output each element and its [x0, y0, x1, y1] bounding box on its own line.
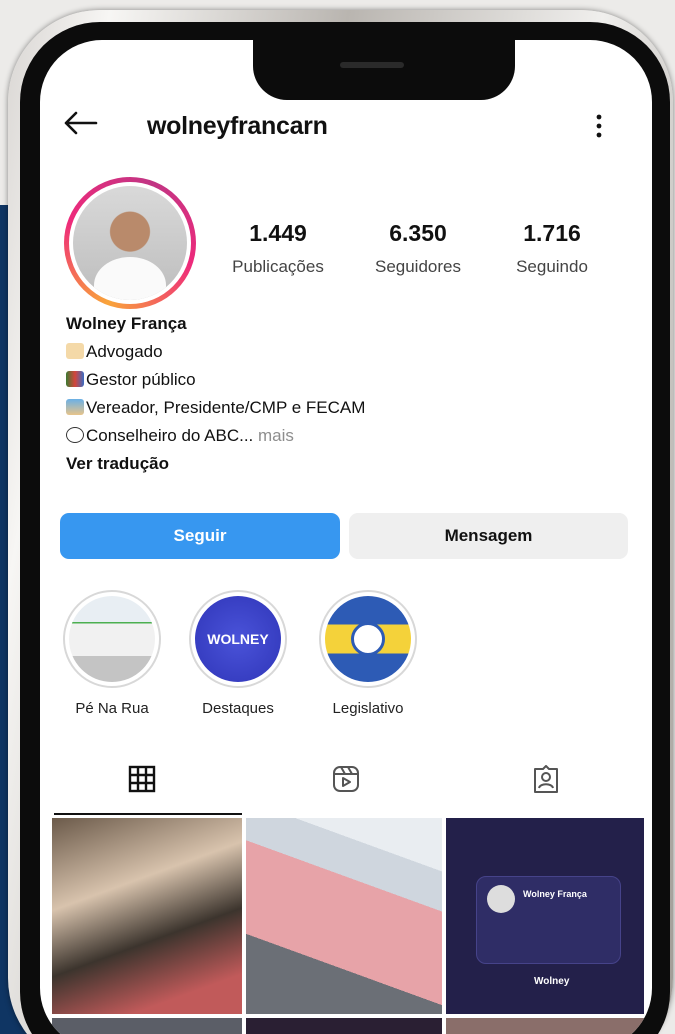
instagram-profile-screen: wolneyfrancarn 1.449 Publicações 6.350 S…: [40, 40, 652, 1034]
stat-posts-value: 1.449: [249, 220, 307, 246]
highlight-destaques[interactable]: WOLNEY Destaques: [188, 590, 288, 717]
bio-more-link[interactable]: mais: [258, 426, 294, 445]
avatar-border: [69, 182, 191, 304]
posts-grid: Wolney França Wolney: [52, 818, 644, 1034]
bio-name: Wolney França: [66, 314, 187, 333]
post-thumbnail[interactable]: [246, 818, 442, 1014]
post-thumbnail[interactable]: [52, 818, 242, 1014]
highlight-flag-image: [325, 596, 411, 682]
bio-line-2: Gestor público: [66, 366, 626, 394]
highlight-photo: [69, 596, 155, 682]
stat-followers-label: Seguidores: [374, 257, 461, 276]
soccer-ball-emoji-icon: [66, 427, 84, 443]
phone-speaker: [340, 62, 404, 68]
post-thumbnail[interactable]: [52, 1018, 242, 1034]
post-caption: Wolney: [534, 976, 570, 987]
message-button[interactable]: Mensagem: [349, 513, 628, 559]
profile-avatar[interactable]: [64, 177, 196, 309]
books-emoji-icon: [66, 371, 84, 387]
stat-posts[interactable]: 1.449 Publicações: [218, 220, 338, 277]
stat-following-value: 1.716: [523, 220, 581, 246]
phone-notch: [253, 40, 515, 100]
stat-followers[interactable]: 6.350 Seguidores: [358, 220, 478, 277]
post-thumbnail[interactable]: [246, 1018, 442, 1034]
highlight-brand-text: WOLNEY: [207, 631, 269, 647]
stat-posts-label: Publicações: [232, 257, 324, 276]
bio-line-3: Vereador, Presidente/CMP e FECAM: [66, 394, 626, 422]
profile-bio: Wolney França Advogado Gestor público Ve…: [66, 310, 626, 478]
highlight-brand-image: WOLNEY: [195, 596, 281, 682]
highlight-label: Legislativo: [332, 700, 404, 717]
highlight-label: Pé Na Rua: [75, 700, 149, 717]
highlight-ring: [319, 590, 417, 688]
active-tab-indicator: [54, 813, 242, 815]
highlight-label: Destaques: [202, 700, 274, 717]
post-thumbnail[interactable]: [446, 1018, 644, 1034]
follow-button[interactable]: Seguir: [60, 513, 340, 559]
ballot-emoji-icon: [66, 399, 84, 415]
highlight-ring: WOLNEY: [189, 590, 287, 688]
arrow-left-icon[interactable]: [62, 110, 98, 136]
stat-following-label: Seguindo: [516, 257, 588, 276]
highlight-pe-na-rua[interactable]: Pé Na Rua: [62, 590, 162, 717]
bio-line-4: Conselheiro do ABC... mais: [66, 422, 626, 450]
avatar-photo: [73, 186, 187, 300]
post-card-avatar: [487, 885, 515, 913]
vertical-dots-icon[interactable]: [587, 112, 611, 140]
post-card-preview: Wolney França: [476, 876, 621, 964]
highlight-ring: [63, 590, 161, 688]
post-card-name: Wolney França: [523, 889, 587, 899]
post-thumbnail[interactable]: Wolney França Wolney: [446, 818, 644, 1014]
reels-icon[interactable]: [332, 765, 360, 793]
highlight-legislativo[interactable]: Legislativo: [318, 590, 418, 717]
bio-line-1: Advogado: [66, 338, 626, 366]
scales-emoji-icon: [66, 343, 84, 359]
tagged-icon[interactable]: [532, 765, 560, 793]
flag-seal-icon: [351, 622, 385, 656]
grid-icon[interactable]: [128, 765, 156, 793]
profile-username: wolneyfrancarn: [147, 112, 328, 140]
see-translation-link[interactable]: Ver tradução: [66, 450, 626, 478]
stat-following[interactable]: 1.716 Seguindo: [492, 220, 612, 277]
stat-followers-value: 6.350: [389, 220, 447, 246]
